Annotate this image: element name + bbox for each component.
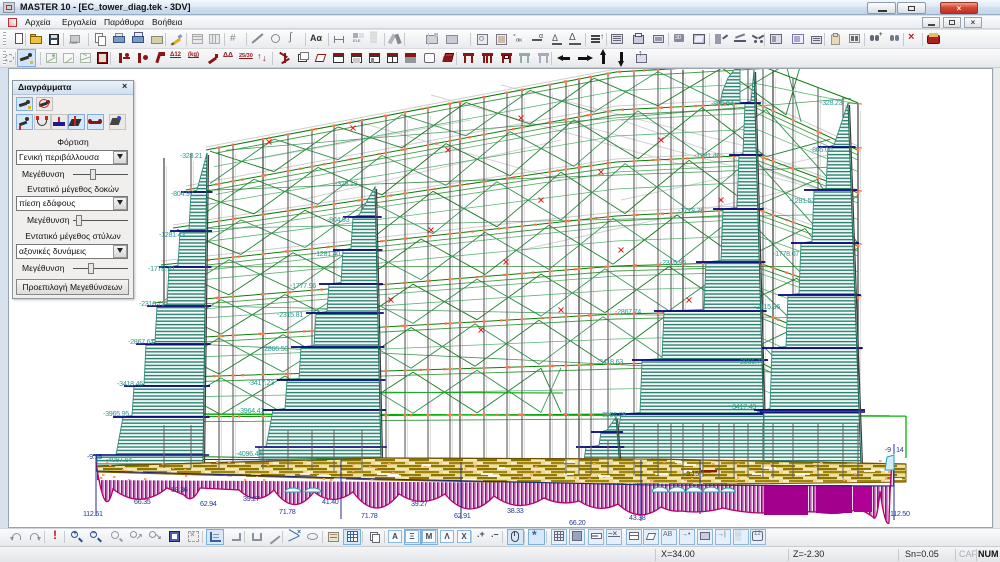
svg-text:-328.21: -328.21 [180, 151, 203, 160]
svg-text:58.36: 58.36 [171, 485, 188, 494]
svg-text:-3417.23: -3417.23 [248, 378, 274, 387]
svg-text:-3417.43: -3417.43 [730, 402, 756, 411]
svg-text:-1281.46: -1281.46 [694, 151, 720, 160]
svg-text:-2315.96: -2315.96 [754, 302, 780, 311]
svg-text:38.33: 38.33 [507, 506, 524, 515]
svg-text:112.51: 112.51 [83, 509, 103, 518]
svg-text:-3965.95: -3965.95 [103, 409, 129, 418]
svg-text:14: 14 [896, 445, 904, 454]
svg-text:112.50: 112.50 [890, 509, 910, 518]
svg-text:-2866.77: -2866.77 [738, 357, 764, 366]
svg-text:-2867.74: -2867.74 [615, 307, 641, 316]
svg-text:-3966.08: -3966.08 [600, 410, 626, 419]
svg-text:-2315.96: -2315.96 [660, 258, 686, 267]
svg-text:-4097.64: -4097.64 [106, 455, 132, 464]
svg-text:-3418.63: -3418.63 [597, 357, 623, 366]
svg-text:-328.23: -328.23 [820, 98, 843, 107]
svg-text:-4096.44: -4096.44 [236, 449, 262, 458]
svg-text:-1281.40: -1281.40 [314, 249, 340, 258]
svg-text:-9.15: -9.15 [684, 469, 699, 478]
svg-text:-1281.52: -1281.52 [789, 196, 815, 205]
svg-text:-1778.70: -1778.70 [148, 264, 174, 273]
svg-text:-3964.41: -3964.41 [238, 406, 264, 415]
svg-text:-9: -9 [885, 445, 891, 454]
svg-text:62.91: 62.91 [454, 511, 471, 520]
svg-text:-3418.46: -3418.46 [117, 379, 143, 388]
svg-text:71.78: 71.78 [361, 511, 378, 520]
svg-text:-804.93: -804.93 [327, 215, 350, 224]
svg-text:71.78: 71.78 [279, 507, 296, 516]
svg-text:62.94: 62.94 [200, 499, 217, 508]
svg-text:41.40: 41.40 [322, 497, 339, 506]
svg-text:-2315.81: -2315.81 [277, 310, 303, 319]
svg-text:-1778.76: -1778.76 [678, 206, 704, 215]
svg-text:66.20: 66.20 [569, 518, 586, 527]
svg-text:66.35: 66.35 [134, 497, 151, 506]
svg-text:-2866.50: -2866.50 [262, 344, 288, 353]
svg-text:-9.15: -9.15 [87, 452, 102, 461]
svg-text:-1778.07: -1778.07 [773, 249, 799, 258]
svg-text:43.38: 43.38 [629, 513, 646, 522]
svg-text:39.27: 39.27 [411, 499, 428, 508]
svg-text:-1281.43: -1281.43 [159, 230, 185, 239]
svg-text:-328.19: -328.19 [335, 179, 358, 188]
svg-text:-805.04: -805.04 [711, 99, 734, 108]
svg-text:-2867.61: -2867.61 [128, 337, 154, 346]
svg-text:-805.00: -805.00 [810, 145, 833, 154]
svg-text:-2316.73: -2316.73 [139, 299, 165, 308]
svg-text:-1777.96: -1777.96 [290, 281, 316, 290]
svg-text:39.27: 39.27 [243, 494, 260, 503]
svg-text:-804.97: -804.97 [171, 189, 194, 198]
